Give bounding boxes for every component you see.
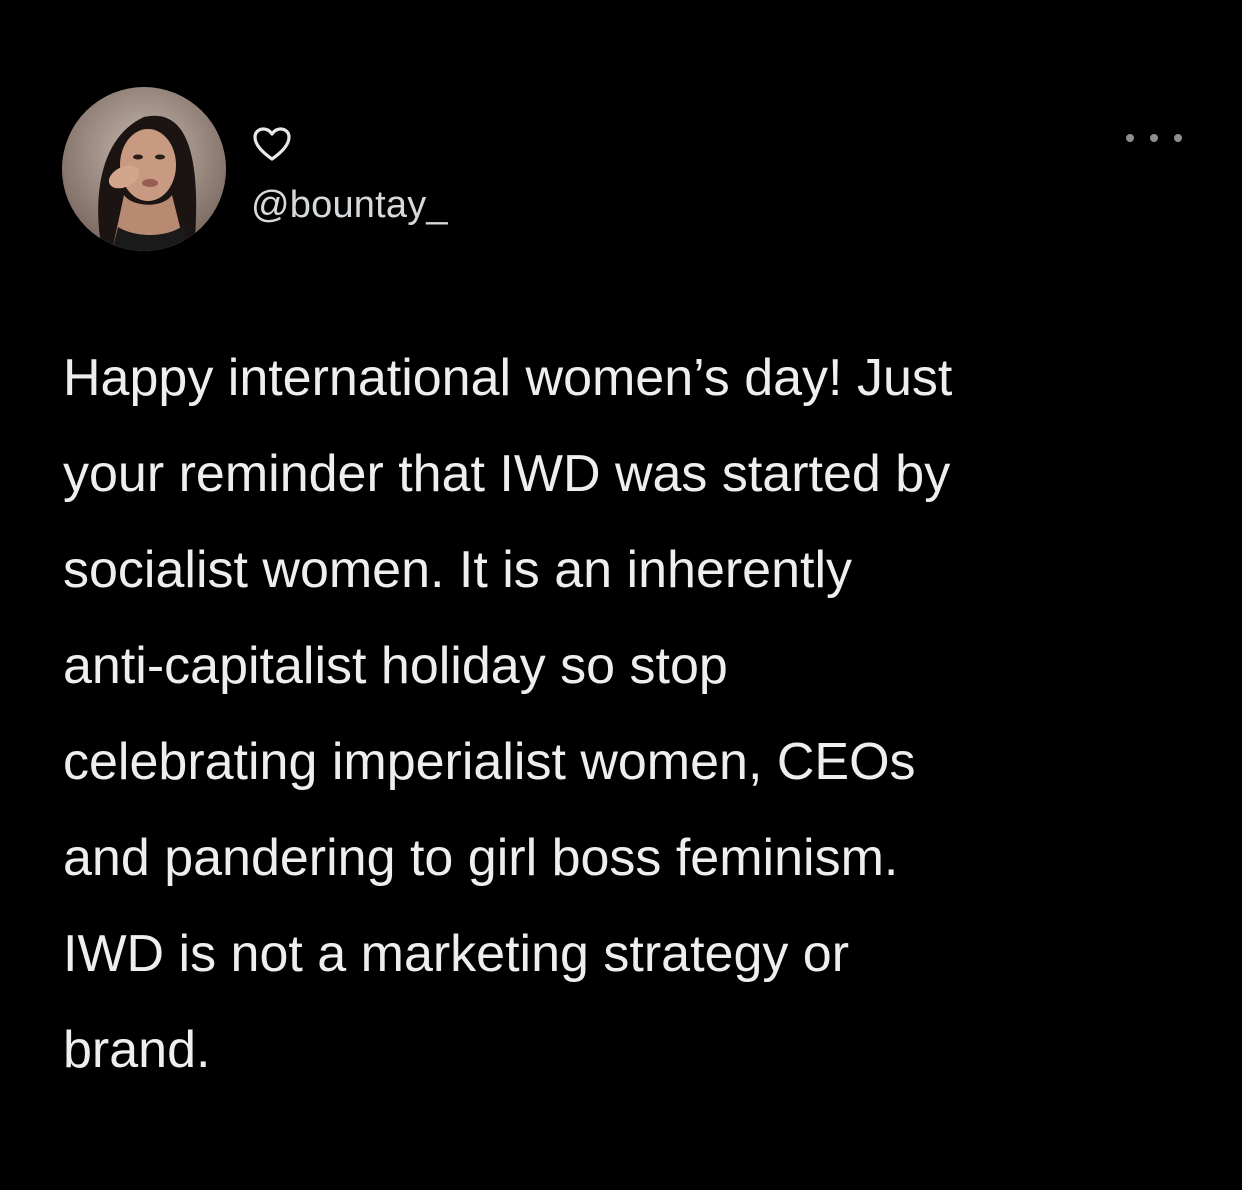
more-dot	[1150, 134, 1158, 142]
more-options-icon[interactable]	[1126, 128, 1182, 148]
avatar[interactable]	[62, 87, 226, 251]
heart-icon	[251, 125, 293, 163]
user-handle[interactable]: @bountay_	[251, 181, 448, 229]
tweet-text: Happy international women’s day! Just yo…	[63, 349, 953, 1079]
avatar-image	[62, 87, 226, 251]
tweet-card: @bountay_ Happy international women’s da…	[0, 0, 1242, 1190]
more-dot	[1174, 134, 1182, 142]
more-dot	[1126, 134, 1134, 142]
